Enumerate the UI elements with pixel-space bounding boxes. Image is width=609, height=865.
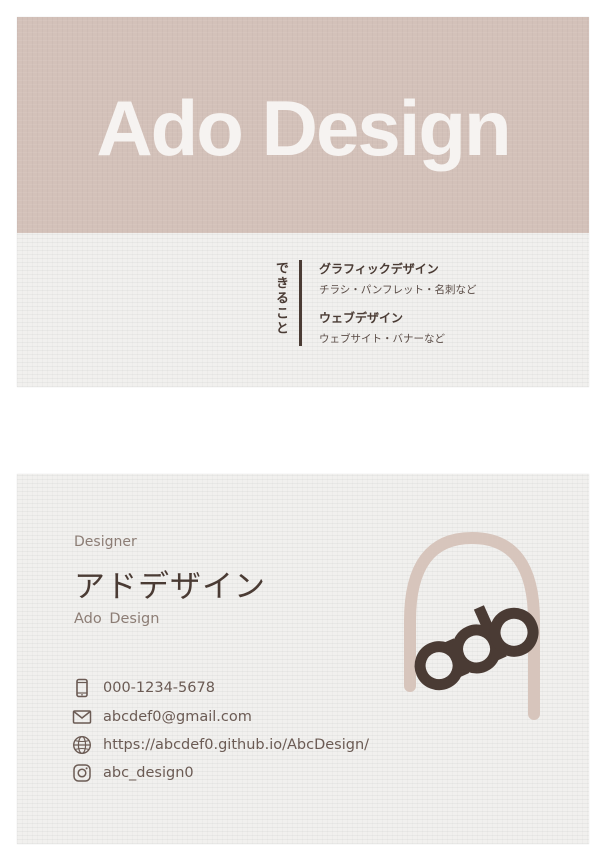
- name-english: Ado Design: [74, 611, 160, 627]
- globe-icon: [72, 735, 92, 755]
- website-url: https://abcdef0.github.io/AbcDesign/: [103, 737, 370, 753]
- business-card-front: Ado Design できること グラフィックデザイン チラシ・パンフレット・名…: [17, 17, 589, 387]
- instagram-icon: [72, 763, 92, 783]
- contact-website: https://abcdef0.github.io/AbcDesign/: [72, 734, 369, 756]
- service-description: ウェブサイト・バナーなど: [319, 333, 445, 345]
- phone-number: 000-1234-5678: [103, 680, 215, 696]
- contact-phone: 000-1234-5678: [72, 677, 215, 699]
- instagram-handle: abc_design0: [103, 765, 194, 781]
- mail-icon: [72, 707, 92, 727]
- service-item-web: ウェブデザイン ウェブサイト・バナーなど: [319, 309, 445, 346]
- brand-title: Ado Design: [96, 84, 511, 172]
- name-japanese: アドデザイン: [74, 569, 266, 605]
- services-label: できること: [273, 261, 288, 336]
- service-title: ウェブデザイン: [319, 311, 404, 325]
- contact-instagram: abc_design0: [72, 762, 194, 784]
- service-title: グラフィックデザイン: [319, 262, 439, 276]
- service-item-graphic: グラフィックデザイン チラシ・パンフレット・名刺など: [319, 260, 477, 297]
- smartphone-icon: [72, 678, 92, 698]
- email-address: abcdef0@gmail.com: [103, 709, 252, 725]
- services-divider: [299, 260, 302, 346]
- role-title: Designer: [74, 534, 137, 550]
- service-description: チラシ・パンフレット・名刺など: [319, 284, 477, 296]
- business-card-back: Designer アドデザイン Ado Design 000-1234-5678…: [17, 474, 589, 844]
- ado-logo: [392, 526, 552, 726]
- contact-email: abcdef0@gmail.com: [72, 706, 252, 728]
